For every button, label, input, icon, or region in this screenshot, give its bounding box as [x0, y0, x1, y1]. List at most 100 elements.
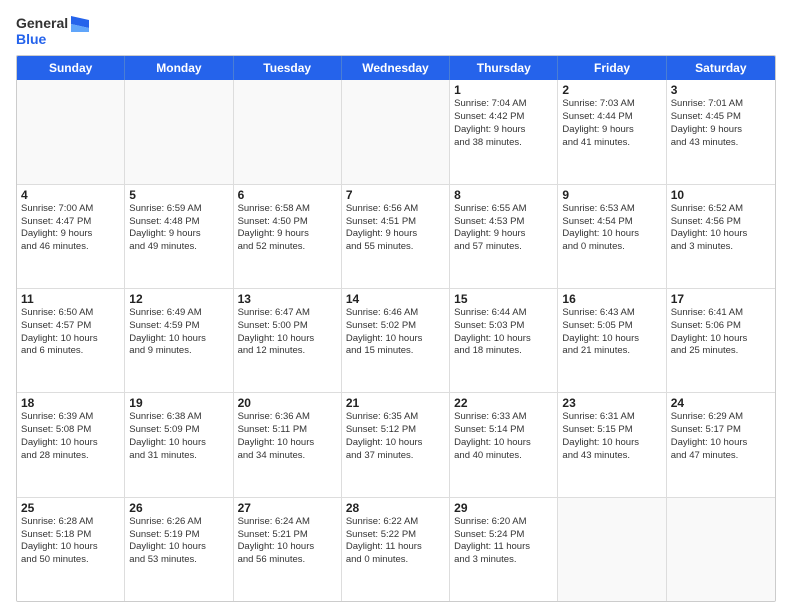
day-cell-14: 14Sunrise: 6:46 AMSunset: 5:02 PMDayligh…	[342, 289, 450, 392]
day-number: 10	[671, 188, 771, 202]
day-cell-15: 15Sunrise: 6:44 AMSunset: 5:03 PMDayligh…	[450, 289, 558, 392]
day-cell-12: 12Sunrise: 6:49 AMSunset: 4:59 PMDayligh…	[125, 289, 233, 392]
day-info: Sunrise: 6:31 AMSunset: 5:15 PMDaylight:…	[562, 411, 661, 462]
day-cell-17: 17Sunrise: 6:41 AMSunset: 5:06 PMDayligh…	[667, 289, 775, 392]
page-header: GeneralBlue	[16, 16, 776, 47]
empty-cell	[125, 80, 233, 183]
day-cell-24: 24Sunrise: 6:29 AMSunset: 5:17 PMDayligh…	[667, 393, 775, 496]
header-cell-saturday: Saturday	[667, 56, 775, 80]
day-number: 11	[21, 292, 120, 306]
day-info: Sunrise: 6:44 AMSunset: 5:03 PMDaylight:…	[454, 307, 553, 358]
day-cell-11: 11Sunrise: 6:50 AMSunset: 4:57 PMDayligh…	[17, 289, 125, 392]
day-info: Sunrise: 6:39 AMSunset: 5:08 PMDaylight:…	[21, 411, 120, 462]
calendar: SundayMondayTuesdayWednesdayThursdayFrid…	[16, 55, 776, 602]
day-number: 18	[21, 396, 120, 410]
day-cell-23: 23Sunrise: 6:31 AMSunset: 5:15 PMDayligh…	[558, 393, 666, 496]
day-cell-13: 13Sunrise: 6:47 AMSunset: 5:00 PMDayligh…	[234, 289, 342, 392]
day-info: Sunrise: 6:47 AMSunset: 5:00 PMDaylight:…	[238, 307, 337, 358]
day-number: 26	[129, 501, 228, 515]
day-info: Sunrise: 6:28 AMSunset: 5:18 PMDaylight:…	[21, 516, 120, 567]
day-cell-25: 25Sunrise: 6:28 AMSunset: 5:18 PMDayligh…	[17, 498, 125, 601]
day-info: Sunrise: 6:29 AMSunset: 5:17 PMDaylight:…	[671, 411, 771, 462]
calendar-row-0: 1Sunrise: 7:04 AMSunset: 4:42 PMDaylight…	[17, 80, 775, 183]
header-cell-wednesday: Wednesday	[342, 56, 450, 80]
day-number: 16	[562, 292, 661, 306]
day-number: 9	[562, 188, 661, 202]
day-number: 7	[346, 188, 445, 202]
calendar-header-row: SundayMondayTuesdayWednesdayThursdayFrid…	[17, 56, 775, 80]
logo-general: General	[16, 16, 68, 31]
day-number: 21	[346, 396, 445, 410]
day-info: Sunrise: 6:59 AMSunset: 4:48 PMDaylight:…	[129, 203, 228, 254]
day-number: 22	[454, 396, 553, 410]
empty-cell	[234, 80, 342, 183]
header-cell-monday: Monday	[125, 56, 233, 80]
day-number: 20	[238, 396, 337, 410]
day-info: Sunrise: 6:36 AMSunset: 5:11 PMDaylight:…	[238, 411, 337, 462]
day-number: 14	[346, 292, 445, 306]
day-cell-3: 3Sunrise: 7:01 AMSunset: 4:45 PMDaylight…	[667, 80, 775, 183]
day-number: 17	[671, 292, 771, 306]
empty-cell	[667, 498, 775, 601]
day-number: 2	[562, 83, 661, 97]
logo: GeneralBlue	[16, 16, 89, 47]
day-cell-26: 26Sunrise: 6:26 AMSunset: 5:19 PMDayligh…	[125, 498, 233, 601]
day-number: 27	[238, 501, 337, 515]
logo-blue: Blue	[16, 32, 89, 47]
logo-icon	[71, 16, 89, 32]
day-info: Sunrise: 6:50 AMSunset: 4:57 PMDaylight:…	[21, 307, 120, 358]
day-number: 19	[129, 396, 228, 410]
day-info: Sunrise: 7:04 AMSunset: 4:42 PMDaylight:…	[454, 98, 553, 149]
calendar-body: 1Sunrise: 7:04 AMSunset: 4:42 PMDaylight…	[17, 80, 775, 601]
day-cell-20: 20Sunrise: 6:36 AMSunset: 5:11 PMDayligh…	[234, 393, 342, 496]
day-number: 15	[454, 292, 553, 306]
day-cell-10: 10Sunrise: 6:52 AMSunset: 4:56 PMDayligh…	[667, 185, 775, 288]
day-number: 25	[21, 501, 120, 515]
day-info: Sunrise: 7:01 AMSunset: 4:45 PMDaylight:…	[671, 98, 771, 149]
day-cell-9: 9Sunrise: 6:53 AMSunset: 4:54 PMDaylight…	[558, 185, 666, 288]
day-info: Sunrise: 6:53 AMSunset: 4:54 PMDaylight:…	[562, 203, 661, 254]
day-number: 23	[562, 396, 661, 410]
day-info: Sunrise: 6:58 AMSunset: 4:50 PMDaylight:…	[238, 203, 337, 254]
calendar-row-2: 11Sunrise: 6:50 AMSunset: 4:57 PMDayligh…	[17, 288, 775, 392]
day-info: Sunrise: 6:35 AMSunset: 5:12 PMDaylight:…	[346, 411, 445, 462]
day-cell-18: 18Sunrise: 6:39 AMSunset: 5:08 PMDayligh…	[17, 393, 125, 496]
day-number: 5	[129, 188, 228, 202]
day-info: Sunrise: 6:38 AMSunset: 5:09 PMDaylight:…	[129, 411, 228, 462]
day-info: Sunrise: 6:56 AMSunset: 4:51 PMDaylight:…	[346, 203, 445, 254]
day-number: 28	[346, 501, 445, 515]
day-number: 1	[454, 83, 553, 97]
header-cell-tuesday: Tuesday	[234, 56, 342, 80]
day-number: 13	[238, 292, 337, 306]
day-info: Sunrise: 6:49 AMSunset: 4:59 PMDaylight:…	[129, 307, 228, 358]
day-info: Sunrise: 6:52 AMSunset: 4:56 PMDaylight:…	[671, 203, 771, 254]
day-info: Sunrise: 7:03 AMSunset: 4:44 PMDaylight:…	[562, 98, 661, 149]
day-info: Sunrise: 6:33 AMSunset: 5:14 PMDaylight:…	[454, 411, 553, 462]
day-cell-28: 28Sunrise: 6:22 AMSunset: 5:22 PMDayligh…	[342, 498, 450, 601]
header-cell-thursday: Thursday	[450, 56, 558, 80]
day-info: Sunrise: 6:43 AMSunset: 5:05 PMDaylight:…	[562, 307, 661, 358]
header-cell-sunday: Sunday	[17, 56, 125, 80]
day-cell-4: 4Sunrise: 7:00 AMSunset: 4:47 PMDaylight…	[17, 185, 125, 288]
day-cell-2: 2Sunrise: 7:03 AMSunset: 4:44 PMDaylight…	[558, 80, 666, 183]
day-cell-29: 29Sunrise: 6:20 AMSunset: 5:24 PMDayligh…	[450, 498, 558, 601]
day-cell-19: 19Sunrise: 6:38 AMSunset: 5:09 PMDayligh…	[125, 393, 233, 496]
day-number: 29	[454, 501, 553, 515]
day-info: Sunrise: 6:41 AMSunset: 5:06 PMDaylight:…	[671, 307, 771, 358]
day-number: 8	[454, 188, 553, 202]
day-info: Sunrise: 6:55 AMSunset: 4:53 PMDaylight:…	[454, 203, 553, 254]
day-cell-21: 21Sunrise: 6:35 AMSunset: 5:12 PMDayligh…	[342, 393, 450, 496]
empty-cell	[17, 80, 125, 183]
calendar-row-4: 25Sunrise: 6:28 AMSunset: 5:18 PMDayligh…	[17, 497, 775, 601]
empty-cell	[342, 80, 450, 183]
day-info: Sunrise: 7:00 AMSunset: 4:47 PMDaylight:…	[21, 203, 120, 254]
day-cell-5: 5Sunrise: 6:59 AMSunset: 4:48 PMDaylight…	[125, 185, 233, 288]
day-number: 6	[238, 188, 337, 202]
calendar-row-1: 4Sunrise: 7:00 AMSunset: 4:47 PMDaylight…	[17, 184, 775, 288]
day-info: Sunrise: 6:24 AMSunset: 5:21 PMDaylight:…	[238, 516, 337, 567]
day-cell-22: 22Sunrise: 6:33 AMSunset: 5:14 PMDayligh…	[450, 393, 558, 496]
day-info: Sunrise: 6:22 AMSunset: 5:22 PMDaylight:…	[346, 516, 445, 567]
day-number: 24	[671, 396, 771, 410]
calendar-row-3: 18Sunrise: 6:39 AMSunset: 5:08 PMDayligh…	[17, 392, 775, 496]
day-cell-27: 27Sunrise: 6:24 AMSunset: 5:21 PMDayligh…	[234, 498, 342, 601]
